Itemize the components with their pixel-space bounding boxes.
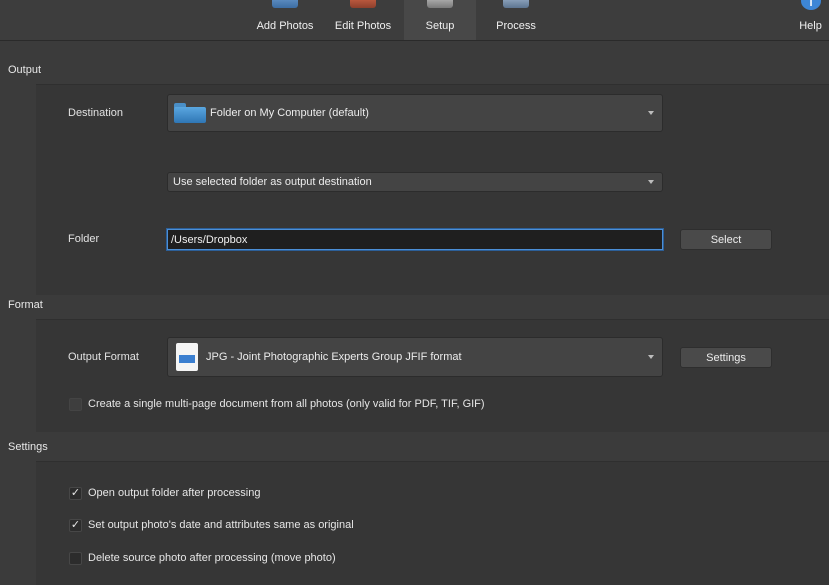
open-folder-checkbox[interactable]: ✓: [69, 487, 82, 500]
jpg-file-icon: [176, 343, 198, 371]
settings-section-title: Settings: [8, 441, 48, 453]
destination-value: Folder on My Computer (default): [210, 107, 369, 119]
setup-button[interactable]: Setup: [404, 0, 476, 40]
info-icon: i: [801, 0, 821, 10]
multipage-label: Create a single multi-page document from…: [88, 398, 485, 410]
same-attributes-label: Set output photo's date and attributes s…: [88, 519, 354, 531]
setup-icon: [427, 0, 453, 8]
process-icon: [503, 0, 529, 8]
chevron-down-icon: [648, 355, 654, 359]
format-section-title: Format: [8, 299, 43, 311]
multipage-checkbox[interactable]: [69, 398, 82, 411]
select-folder-button[interactable]: Select: [680, 229, 772, 250]
process-button[interactable]: Process: [482, 0, 550, 40]
process-label: Process: [496, 20, 536, 32]
help-button[interactable]: i Help: [792, 0, 829, 40]
toolbar: Add Photos Edit Photos Setup Process i H…: [0, 0, 829, 41]
folder-path-input[interactable]: /Users/Dropbox: [167, 229, 663, 250]
output-format-value: JPG - Joint Photographic Experts Group J…: [206, 351, 462, 363]
folder-mode-dropdown[interactable]: Use selected folder as output destinatio…: [167, 172, 663, 192]
add-photos-button[interactable]: Add Photos: [250, 0, 320, 40]
folder-icon: [174, 103, 206, 123]
output-format-label: Output Format: [68, 351, 139, 363]
add-photos-label: Add Photos: [256, 20, 314, 32]
destination-label: Destination: [68, 107, 124, 119]
same-attributes-checkbox[interactable]: ✓: [69, 519, 82, 532]
add-photos-icon: [272, 0, 298, 8]
setup-label: Setup: [425, 20, 455, 32]
output-format-dropdown[interactable]: JPG - Joint Photographic Experts Group J…: [167, 337, 663, 377]
delete-source-label: Delete source photo after processing (mo…: [88, 552, 336, 564]
edit-photos-icon: [350, 0, 376, 8]
folder-label: Folder: [68, 233, 100, 245]
folder-mode-value: Use selected folder as output destinatio…: [173, 176, 372, 188]
chevron-down-icon: [648, 111, 654, 115]
delete-source-checkbox[interactable]: [69, 552, 82, 565]
format-settings-button[interactable]: Settings: [680, 347, 772, 368]
edit-photos-label: Edit Photos: [334, 20, 392, 32]
output-section-title: Output: [8, 64, 42, 76]
destination-dropdown[interactable]: Folder on My Computer (default): [167, 94, 663, 132]
help-label: Help: [799, 20, 822, 32]
chevron-down-icon: [648, 180, 654, 184]
edit-photos-button[interactable]: Edit Photos: [328, 0, 398, 40]
open-folder-label: Open output folder after processing: [88, 487, 261, 499]
